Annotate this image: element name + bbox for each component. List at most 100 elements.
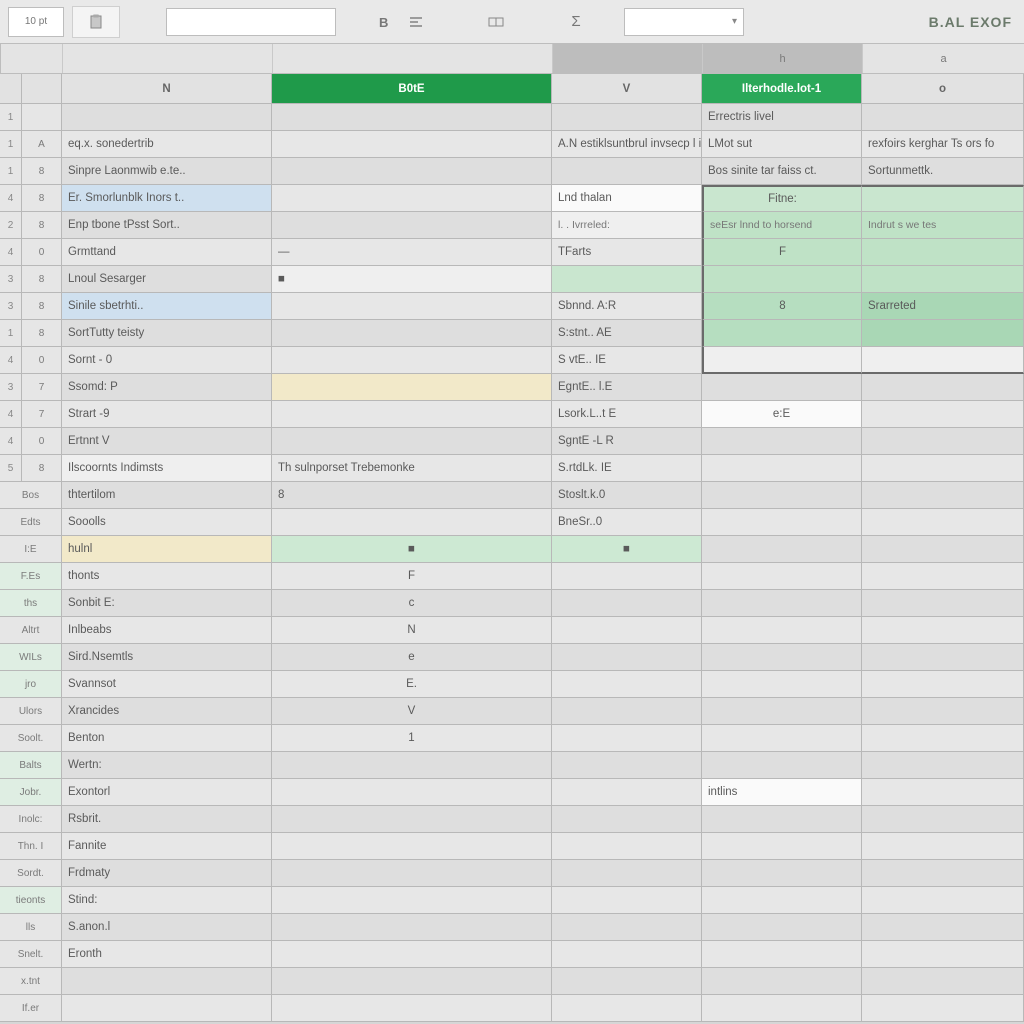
col-letter-5[interactable]: a <box>863 44 1024 73</box>
cell[interactable]: Lnd thalan <box>552 185 702 212</box>
cell[interactable] <box>702 995 862 1022</box>
cell[interactable]: A.N estiklsuntbrul invsecp l it til <box>552 131 702 158</box>
cell[interactable]: l. . Ivrreled: <box>552 212 702 239</box>
paste-icon[interactable] <box>84 10 108 34</box>
sum-icon[interactable]: Σ <box>564 10 588 34</box>
cell[interactable] <box>862 374 1024 401</box>
row-gutter[interactable]: Jobr. <box>0 779 62 806</box>
row-number[interactable]: 3 <box>0 293 22 320</box>
cell[interactable]: Sird.Nsemtls <box>62 644 272 671</box>
cell[interactable] <box>702 698 862 725</box>
cell[interactable] <box>272 995 552 1022</box>
row-gutter[interactable]: Soolt. <box>0 725 62 752</box>
cell[interactable] <box>552 941 702 968</box>
cell[interactable]: Enp tbone tPsst Sort.. <box>62 212 272 239</box>
cell[interactable]: V <box>272 698 552 725</box>
cell[interactable] <box>62 995 272 1022</box>
cell[interactable]: Ertnnt V <box>62 428 272 455</box>
cell[interactable]: Fitne: <box>702 185 862 212</box>
cell[interactable]: thtertilom <box>62 482 272 509</box>
col-header-D[interactable]: Ilterhodle.lot-1 <box>702 74 862 104</box>
cell[interactable] <box>272 779 552 806</box>
cell[interactable]: S.anon.l <box>62 914 272 941</box>
row-gutter[interactable]: tieonts <box>0 887 62 914</box>
row-number[interactable]: 4 <box>0 347 22 374</box>
font-family-selector[interactable] <box>166 8 336 36</box>
cell[interactable]: 8 <box>272 482 552 509</box>
row-number[interactable]: 3 <box>0 266 22 293</box>
cell[interactable] <box>272 509 552 536</box>
cell[interactable]: ■ <box>272 536 552 563</box>
cell[interactable]: Rsbrit. <box>62 806 272 833</box>
cell[interactable]: Inlbeabs <box>62 617 272 644</box>
cell[interactable] <box>862 644 1024 671</box>
cell[interactable] <box>862 590 1024 617</box>
cell[interactable]: Eronth <box>62 941 272 968</box>
cell[interactable] <box>862 482 1024 509</box>
row-gutter[interactable]: Thn. I <box>0 833 62 860</box>
row-gutter[interactable]: Snelt. <box>0 941 62 968</box>
cell[interactable] <box>272 212 552 239</box>
cell[interactable]: c <box>272 590 552 617</box>
cell[interactable] <box>272 941 552 968</box>
row-sublabel[interactable]: 8 <box>22 212 62 239</box>
row-gutter[interactable]: jro <box>0 671 62 698</box>
row-number[interactable]: 5 <box>0 455 22 482</box>
cell[interactable]: hulnl <box>62 536 272 563</box>
row-sublabel[interactable]: 8 <box>22 293 62 320</box>
row-number[interactable]: 4 <box>0 401 22 428</box>
cell[interactable] <box>552 779 702 806</box>
cell[interactable]: thonts <box>62 563 272 590</box>
cell[interactable] <box>272 752 552 779</box>
row-gutter[interactable]: ths <box>0 590 62 617</box>
cell[interactable] <box>702 914 862 941</box>
cell[interactable]: Wertn: <box>62 752 272 779</box>
cell[interactable]: Sbnnd. A:R <box>552 293 702 320</box>
cell[interactable] <box>552 590 702 617</box>
row-sublabel[interactable]: 0 <box>22 347 62 374</box>
row-number[interactable]: 1 <box>0 158 22 185</box>
col-header-A[interactable]: N <box>62 74 272 104</box>
cell[interactable]: Ssomd: P <box>62 374 272 401</box>
cell[interactable] <box>702 752 862 779</box>
cell[interactable] <box>62 968 272 995</box>
cell[interactable]: F <box>272 563 552 590</box>
cell[interactable] <box>62 104 272 131</box>
cell[interactable] <box>702 941 862 968</box>
row-sublabel[interactable]: 8 <box>22 158 62 185</box>
cell[interactable] <box>552 860 702 887</box>
row-gutter[interactable]: Altrt <box>0 617 62 644</box>
cell[interactable] <box>862 455 1024 482</box>
cell[interactable] <box>272 968 552 995</box>
cell[interactable]: eq.x. sonedertrib <box>62 131 272 158</box>
cell[interactable] <box>272 374 552 401</box>
row-sublabel[interactable]: 0 <box>22 428 62 455</box>
row-sublabel[interactable]: 8 <box>22 455 62 482</box>
cell[interactable]: Indrut s we tes <box>862 212 1024 239</box>
cell[interactable]: Sooolls <box>62 509 272 536</box>
cell[interactable] <box>272 131 552 158</box>
cell[interactable] <box>552 671 702 698</box>
merge-icon[interactable] <box>484 10 508 34</box>
cell[interactable]: E. <box>272 671 552 698</box>
cell[interactable] <box>552 887 702 914</box>
row-sublabel[interactable]: 8 <box>22 320 62 347</box>
row-sublabel[interactable]: 8 <box>22 266 62 293</box>
cell[interactable] <box>702 266 862 293</box>
cell[interactable]: Bos sinite tar faiss ct. <box>702 158 862 185</box>
cell[interactable] <box>272 293 552 320</box>
row-sublabel[interactable]: A <box>22 131 62 158</box>
row-gutter[interactable]: x.tnt <box>0 968 62 995</box>
cell[interactable]: e:E <box>702 401 862 428</box>
row-gutter[interactable]: Balts <box>0 752 62 779</box>
cell[interactable] <box>552 968 702 995</box>
row-number[interactable]: 1 <box>0 131 22 158</box>
cell[interactable] <box>862 266 1024 293</box>
cell[interactable] <box>702 482 862 509</box>
col-letter-4[interactable]: h <box>703 44 863 73</box>
cell[interactable]: BneSr..0 <box>552 509 702 536</box>
row-sublabel[interactable]: 0 <box>22 239 62 266</box>
cell[interactable] <box>272 158 552 185</box>
cell[interactable] <box>702 374 862 401</box>
cell[interactable] <box>862 509 1024 536</box>
